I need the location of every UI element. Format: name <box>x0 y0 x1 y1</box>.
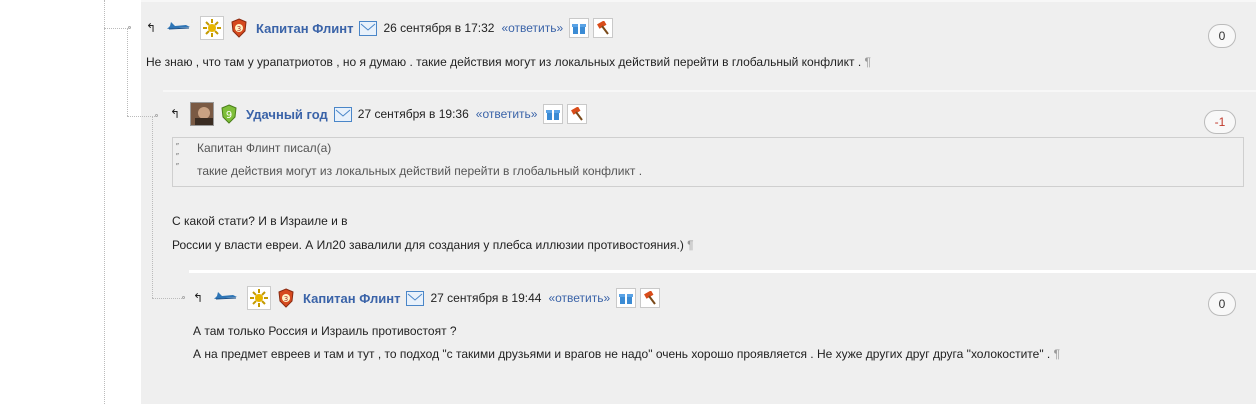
rating-badge[interactable]: 0 <box>1208 292 1236 316</box>
reply-link[interactable]: «ответить» <box>548 291 610 305</box>
thread-line <box>152 116 153 298</box>
comment-author[interactable]: Капитан Флинт <box>256 21 353 36</box>
comment-text-line: России у власти евреи. А Ил20 завалили д… <box>172 238 694 252</box>
rating-badge[interactable]: 0 <box>1208 24 1236 48</box>
green-shield-icon: 9 <box>221 104 237 124</box>
rating-badge[interactable]: -1 <box>1204 110 1236 134</box>
back-arrow-icon[interactable]: ↰ <box>170 107 184 121</box>
back-arrow-icon[interactable]: ↰ <box>193 291 207 305</box>
thread-node <box>128 26 131 29</box>
comment-2-header: ↰ 9 Удачный год 27 сентября в 19:36 «отв… <box>170 102 591 126</box>
comment-text-line: А на предмет евреев и там и тут , то под… <box>193 347 1061 361</box>
hammer-icon[interactable] <box>640 288 661 308</box>
sun-badge-icon <box>200 16 224 40</box>
comment-text: Не знаю , что там у урапатриотов , но я … <box>146 55 871 69</box>
svg-text:9: 9 <box>226 110 232 121</box>
comment-author[interactable]: Удачный год <box>246 107 328 122</box>
quote-author: Капитан Флинт писал(а) <box>197 141 332 155</box>
plane-icon <box>214 292 237 300</box>
gift-icon[interactable] <box>569 18 590 38</box>
thread-connector <box>127 116 157 117</box>
comment-date: 27 сентября в 19:36 <box>357 107 469 121</box>
thread-connector <box>104 28 130 29</box>
user-photo-avatar[interactable] <box>190 102 214 126</box>
comment-text-line: А там только Россия и Израиль противосто… <box>193 324 457 338</box>
thread-node <box>155 114 158 117</box>
svg-text:3: 3 <box>284 295 288 303</box>
pilcrow-icon: ¶ <box>864 55 871 69</box>
hammer-icon[interactable] <box>567 104 588 124</box>
rank-shield-icon: 3 <box>231 18 247 38</box>
comment-date: 27 сентября в 19:44 <box>430 291 542 305</box>
rank-shield-icon: 3 <box>278 288 294 308</box>
back-arrow-icon[interactable]: ↰ <box>146 21 160 35</box>
comment-1-header: ↰ 3 Капитан Флинт 26 сентября в 17:32 «о… <box>146 16 617 40</box>
quote-block: ″ ″ ″ Капитан Флинт писал(а) такие действи… <box>172 137 1244 187</box>
thread-line <box>127 28 128 116</box>
thread-node <box>182 296 185 299</box>
hammer-icon[interactable] <box>593 18 614 38</box>
thread-line <box>104 0 105 404</box>
quote-icon: ″ ″ ″ <box>176 142 179 171</box>
mail-icon[interactable] <box>406 290 425 306</box>
reply-link[interactable]: «ответить» <box>476 107 538 121</box>
svg-text:3: 3 <box>237 25 241 33</box>
mail-icon[interactable] <box>333 106 352 122</box>
pilcrow-icon: ¶ <box>1053 347 1061 361</box>
plane-icon <box>167 22 190 30</box>
mail-icon[interactable] <box>359 20 378 36</box>
comment-text-line: С какой стати? И в Израиле и в <box>172 214 348 228</box>
comment-3-header: ↰ 3 Капитан Флинт 27 сентября в 19:44 «о… <box>193 286 664 310</box>
reply-link[interactable]: «ответить» <box>501 21 563 35</box>
thread-connector <box>152 298 184 299</box>
pilcrow-icon: ¶ <box>687 238 694 252</box>
comment-author[interactable]: Капитан Флинт <box>303 291 400 306</box>
gift-icon[interactable] <box>543 104 564 124</box>
sun-badge-icon <box>247 286 271 310</box>
gift-icon[interactable] <box>616 288 637 308</box>
quote-text: такие действия могут из локальных действ… <box>197 164 643 178</box>
comment-date: 26 сентября в 17:32 <box>383 21 495 35</box>
